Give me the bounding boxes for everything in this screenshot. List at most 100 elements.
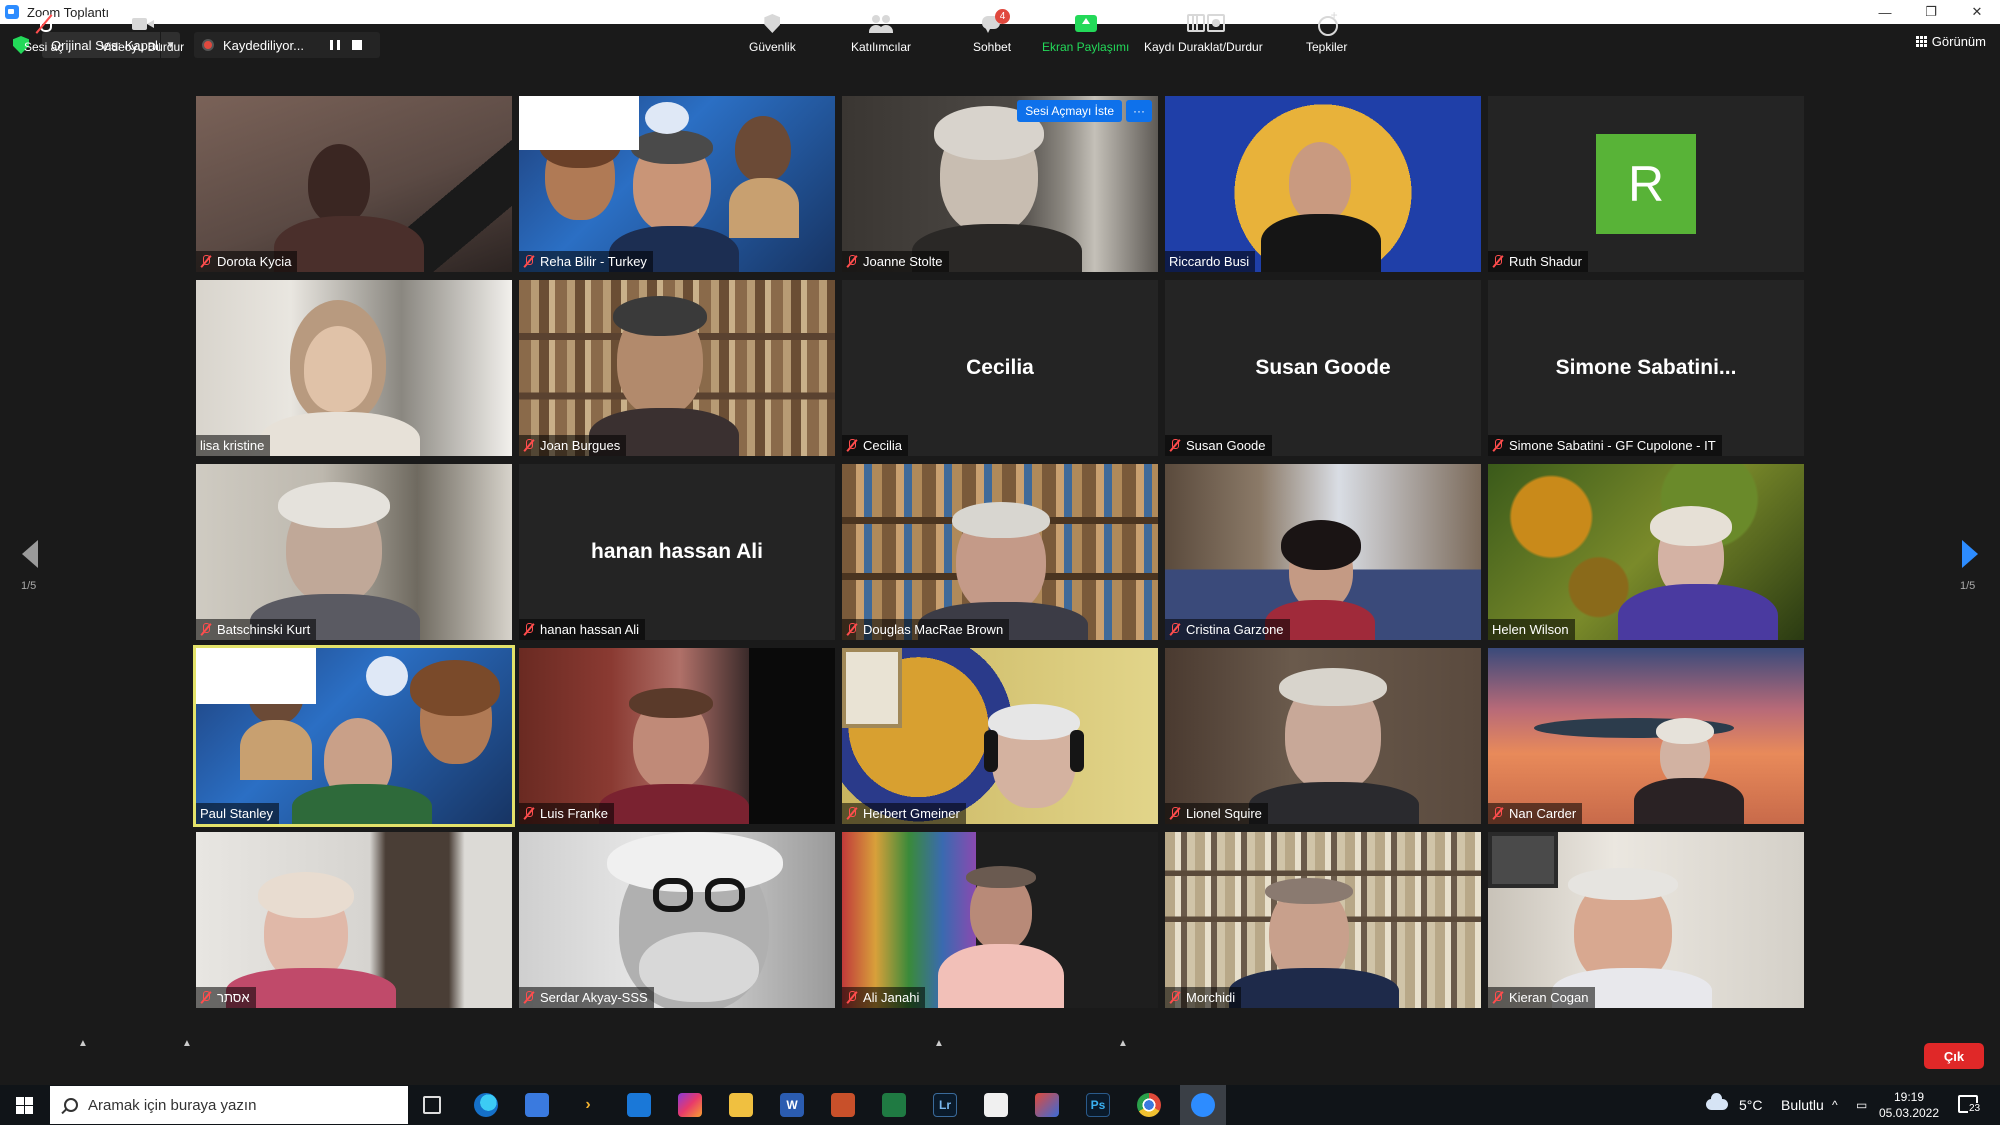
participant-nameplate: Simone Sabatini - GF Cupolone - IT [1488, 435, 1722, 456]
participant-tile[interactable]: Cecilia Cecilia [842, 280, 1158, 456]
participant-tile[interactable]: Helen Wilson [1488, 464, 1804, 640]
chat-unread-badge: 4 [995, 9, 1011, 24]
participant-tile[interactable]: Nan Carder [1488, 648, 1804, 824]
close-button[interactable]: ✕ [1954, 0, 2000, 24]
participant-tile[interactable]: Lionel Squire [1165, 648, 1481, 824]
meeting-toolbar [0, 1018, 2000, 1085]
participant-tile[interactable]: Sesi Açmayı İste ··· Joanne Stolte [842, 96, 1158, 272]
edge-browser-icon[interactable] [474, 1093, 498, 1117]
recording-label: Kaydediliyor... [223, 37, 304, 53]
muted-mic-icon [523, 255, 534, 268]
word-app-icon[interactable]: W [780, 1093, 804, 1117]
participant-tile[interactable]: Riccardo Busi [1165, 96, 1481, 272]
participant-display-name: Susan Goode [1255, 356, 1391, 379]
muted-mic-icon [523, 439, 534, 452]
network-icon[interactable]: ▭ [1856, 1085, 1867, 1125]
participant-nameplate: Cecilia [842, 435, 909, 456]
muted-mic-icon [846, 255, 857, 268]
muted-mic-icon [1169, 623, 1180, 636]
participant-tile[interactable]: Batschinski Kurt [196, 464, 512, 640]
ask-to-unmute-button[interactable]: Sesi Açmayı İste [1017, 100, 1122, 122]
participant-tile[interactable]: Morchidi [1165, 832, 1481, 1008]
taskbar-search[interactable] [50, 1086, 408, 1124]
chevron-right-icon[interactable]: › [576, 1093, 600, 1117]
participant-nameplate: אסתר [196, 987, 256, 1008]
participant-nameplate: Joan Burgues [519, 435, 627, 456]
stop-video-button[interactable]: Videoyu Durdur [101, 0, 184, 67]
participant-tile[interactable]: Serdar Akyay-SSS [519, 832, 835, 1008]
participant-tile[interactable]: hanan hassan Ali hanan hassan Ali [519, 464, 835, 640]
task-view-icon[interactable] [423, 1096, 441, 1114]
app-icon[interactable] [1035, 1093, 1059, 1117]
participant-tile-active-speaker[interactable]: Paul Stanley [193, 645, 515, 827]
audio-options-caret-icon[interactable]: ▲ [78, 1038, 88, 1049]
participant-tile[interactable]: Douglas MacRae Brown [842, 464, 1158, 640]
participant-tile[interactable]: Kieran Cogan [1488, 832, 1804, 1008]
participant-tile[interactable]: אסתר [196, 832, 512, 1008]
muted-mic-icon [200, 623, 211, 636]
participant-tile[interactable]: Joan Burgues [519, 280, 835, 456]
muted-mic-icon [1492, 255, 1503, 268]
participant-tile[interactable]: Herbert Gmeiner [842, 648, 1158, 824]
pause-recording-icon[interactable] [330, 40, 340, 50]
mail-icon[interactable] [627, 1093, 651, 1117]
taskbar-clock[interactable]: 19:19 05.03.2022 [1878, 1089, 1940, 1121]
chat-bubble-icon: 4 [980, 9, 1011, 34]
notifications-count: 23 [1968, 1103, 1982, 1114]
participant-tile[interactable]: R Ruth Shadur [1488, 96, 1804, 272]
security-button[interactable]: Güvenlik [749, 0, 796, 67]
video-options-caret-icon[interactable]: ▲ [182, 1038, 192, 1049]
participant-nameplate: Morchidi [1165, 987, 1242, 1008]
participant-nameplate: lisa kristine [196, 435, 271, 456]
weather-condition[interactable]: Bulutlu [1781, 1085, 1824, 1125]
participants-button[interactable]: 119 Katılımcılar [851, 0, 913, 67]
chat-button[interactable]: 4 Sohbet [973, 0, 1011, 67]
restore-button[interactable]: ❐ [1908, 0, 1954, 24]
taskbar-search-input[interactable] [88, 1096, 388, 1114]
lightroom-app-icon[interactable]: Lr [933, 1093, 957, 1117]
muted-mic-icon [523, 807, 534, 820]
grid-view-icon [1915, 36, 1927, 47]
share-screen-button[interactable]: Ekran Paylaşımı [1042, 0, 1129, 67]
photoshop-app-icon[interactable]: Ps [1086, 1093, 1110, 1117]
view-button[interactable]: Görünüm [1915, 34, 1986, 49]
weather-cloud-icon[interactable] [1706, 1093, 1728, 1110]
excel-app-icon[interactable] [882, 1093, 906, 1117]
participant-tile[interactable]: Dorota Kycia [196, 96, 512, 272]
participant-tile[interactable]: Susan Goode Susan Goode [1165, 280, 1481, 456]
participant-tile[interactable]: Simone Sabatini... Simone Sabatini - GF … [1488, 280, 1804, 456]
yandex-icon[interactable] [984, 1093, 1008, 1117]
instagram-icon[interactable] [678, 1093, 702, 1117]
reactions-button[interactable]: Tepkiler [1306, 0, 1347, 67]
unmute-button[interactable]: Sesi aç [24, 0, 63, 67]
powerpoint-app-icon[interactable] [831, 1093, 855, 1117]
leave-meeting-button[interactable]: Çık [1924, 1043, 1984, 1069]
participants-options-caret-icon[interactable]: ▲ [934, 1038, 944, 1049]
share-options-caret-icon[interactable]: ▲ [1118, 1038, 1128, 1049]
muted-mic-icon [1169, 991, 1180, 1004]
store-icon[interactable] [525, 1093, 549, 1117]
muted-mic-icon [1169, 439, 1180, 452]
participant-tile[interactable]: Ali Janahi [842, 832, 1158, 1008]
gallery-grid: Dorota Kycia Reha Bilir - Turkey Sesi Aç… [193, 96, 1804, 1012]
chrome-browser-icon[interactable] [1137, 1093, 1161, 1117]
file-explorer-icon[interactable] [729, 1093, 753, 1117]
participant-tile[interactable]: Reha Bilir - Turkey [519, 96, 835, 272]
tile-more-options-button[interactable]: ··· [1126, 100, 1152, 122]
muted-microphone-icon [32, 14, 56, 34]
video-camera-icon [131, 14, 155, 34]
previous-page-arrow-icon[interactable] [22, 540, 38, 568]
participant-nameplate: Cristina Garzone [1165, 619, 1290, 640]
participant-tile[interactable]: lisa kristine [196, 280, 512, 456]
muted-mic-icon [523, 623, 534, 636]
windows-start-icon[interactable] [16, 1097, 33, 1114]
show-hidden-icons-chevron-icon[interactable]: ^ [1832, 1085, 1838, 1125]
pause-stop-recording-button[interactable]: Kaydı Duraklat/Durdur [1144, 0, 1263, 67]
stop-recording-icon[interactable] [352, 40, 362, 50]
participant-tile[interactable]: Cristina Garzone [1165, 464, 1481, 640]
participant-tile[interactable]: Luis Franke [519, 648, 835, 824]
next-page-arrow-icon[interactable] [1962, 540, 1978, 568]
zoom-app-taskbar-icon[interactable] [1191, 1093, 1215, 1117]
minimize-button[interactable]: — [1862, 0, 1908, 24]
weather-temperature[interactable]: 5°C [1739, 1085, 1763, 1125]
